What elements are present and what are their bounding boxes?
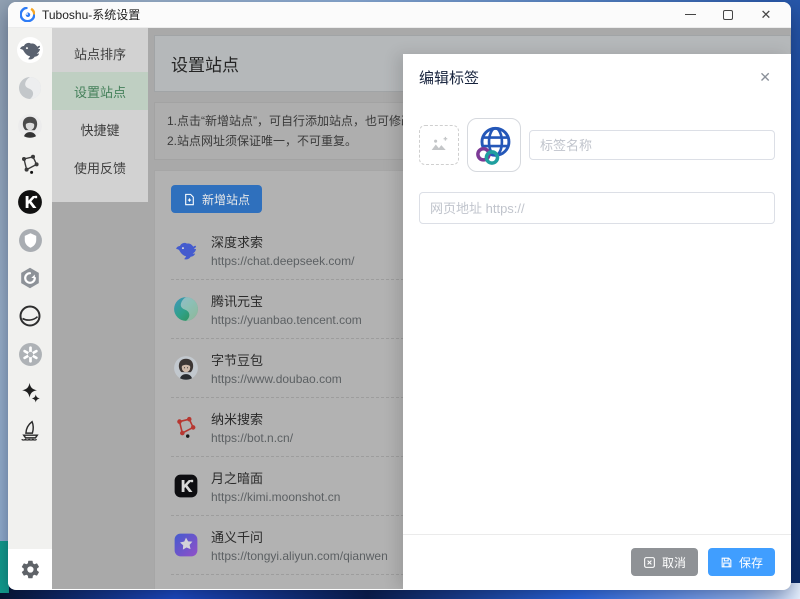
openai-knot-icon	[18, 342, 42, 366]
save-button[interactable]: 保存	[707, 548, 775, 576]
close-window-button[interactable]: ✕	[759, 8, 773, 22]
settings-content: 站点排序 设置站点 快捷键 使用反馈 设置站点 1.点击“新增站点”，可自行添加…	[52, 28, 791, 589]
cancel-button[interactable]: 取消	[630, 548, 698, 576]
drawer-header: 编辑标签 ✕	[403, 54, 791, 98]
doubao-avatar-icon	[18, 114, 42, 138]
app-icon-rail	[8, 28, 52, 589]
drawer-body	[403, 98, 791, 534]
swirl-ring-icon	[19, 305, 41, 327]
rail-item-sparkle[interactable]	[17, 379, 43, 405]
settings-nav: 站点排序 设置站点 快捷键 使用反馈	[52, 28, 148, 589]
rail-item-deepseek[interactable]	[17, 37, 43, 63]
rail-item-sailboat[interactable]	[17, 417, 43, 443]
rail-item-openai[interactable]	[17, 341, 43, 367]
sailboat-icon	[20, 419, 39, 441]
deepseek-whale-icon	[17, 37, 43, 63]
image-upload-icon	[431, 136, 448, 151]
tongyi-star-icon	[174, 533, 198, 557]
rail-item-kimi[interactable]	[17, 189, 43, 215]
nav-item-shortcuts[interactable]: 快捷键	[52, 110, 148, 148]
cancel-x-icon	[644, 556, 655, 568]
sparkle-icon	[21, 382, 40, 402]
web-address-input[interactable]	[419, 192, 775, 224]
nami-network-icon	[22, 154, 39, 174]
icon-upload-box[interactable]	[419, 125, 459, 165]
rail-item-shield[interactable]	[17, 227, 43, 253]
label-name-input[interactable]	[529, 130, 775, 160]
globe-link-icon	[476, 126, 511, 165]
rail-settings-active[interactable]	[8, 549, 52, 589]
deepseek-whale-icon	[176, 242, 196, 260]
rail-item-swirl-ring[interactable]	[17, 303, 43, 329]
window-title: Tuboshu-系统设置	[42, 8, 141, 22]
app-window: Tuboshu-系统设置 ✕ 站点排序 设置站点 快捷键 使用反馈 设置站点 1…	[8, 2, 791, 590]
kimi-k-icon	[18, 190, 42, 214]
doubao-avatar-icon	[174, 356, 198, 380]
drawer-close-icon[interactable]: ✕	[755, 67, 775, 88]
maximize-button[interactable]	[721, 8, 735, 22]
drawer-title: 编辑标签	[419, 70, 480, 87]
nav-item-site-sort[interactable]: 站点排序	[52, 34, 148, 72]
nav-item-feedback[interactable]: 使用反馈	[52, 148, 148, 186]
yuanbao-swirl-icon	[174, 297, 198, 321]
minimize-button[interactable]	[683, 8, 697, 22]
drawer-footer: 取消 保存	[403, 534, 791, 589]
titlebar: Tuboshu-系统设置 ✕	[8, 2, 791, 28]
edit-label-drawer: 编辑标签 ✕ 标签名称 网页地址 https:// 取消 保存	[403, 54, 791, 589]
rail-item-nami[interactable]	[17, 151, 43, 177]
kimi-k-icon	[174, 474, 198, 498]
app-logo-icon	[20, 7, 35, 22]
nami-network-icon	[177, 416, 196, 438]
rail-item-wenxin[interactable]	[17, 265, 43, 291]
nav-item-site-setup[interactable]: 设置站点	[52, 72, 148, 110]
yuanbao-swirl-icon	[19, 77, 41, 99]
window-controls: ✕	[683, 8, 783, 22]
shield-badge-icon	[18, 228, 42, 252]
add-document-icon	[185, 193, 194, 205]
add-site-button[interactable]: 新增站点	[171, 185, 263, 213]
chosen-icon-box[interactable]	[467, 118, 521, 172]
rail-item-doubao[interactable]	[17, 113, 43, 139]
wenxin-cube-icon	[21, 267, 39, 289]
gear-icon	[21, 560, 39, 578]
rail-item-yuanbao[interactable]	[17, 75, 43, 101]
save-floppy-icon	[721, 557, 732, 567]
